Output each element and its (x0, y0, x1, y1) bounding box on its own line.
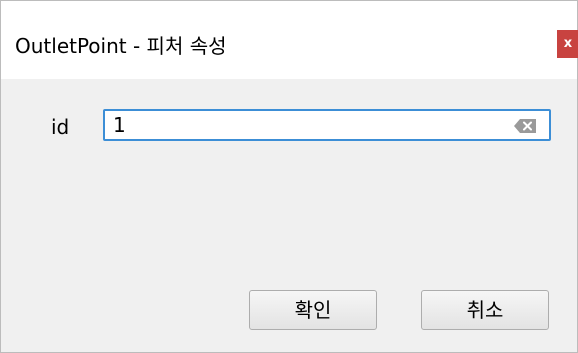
clear-icon[interactable] (513, 118, 537, 134)
close-icon: x (563, 36, 573, 51)
window-title: OutletPoint - 피처 속성 (15, 34, 227, 58)
ok-button[interactable]: 확인 (249, 290, 377, 330)
id-input[interactable] (113, 112, 503, 138)
close-button[interactable]: x (557, 30, 578, 58)
title-bar: OutletPoint - 피처 속성 x (1, 1, 578, 79)
id-label: id (51, 115, 70, 139)
feature-properties-dialog: OutletPoint - 피처 속성 x id 확인 취소 (0, 0, 578, 353)
cancel-button[interactable]: 취소 (421, 290, 549, 330)
id-field[interactable] (103, 109, 551, 141)
